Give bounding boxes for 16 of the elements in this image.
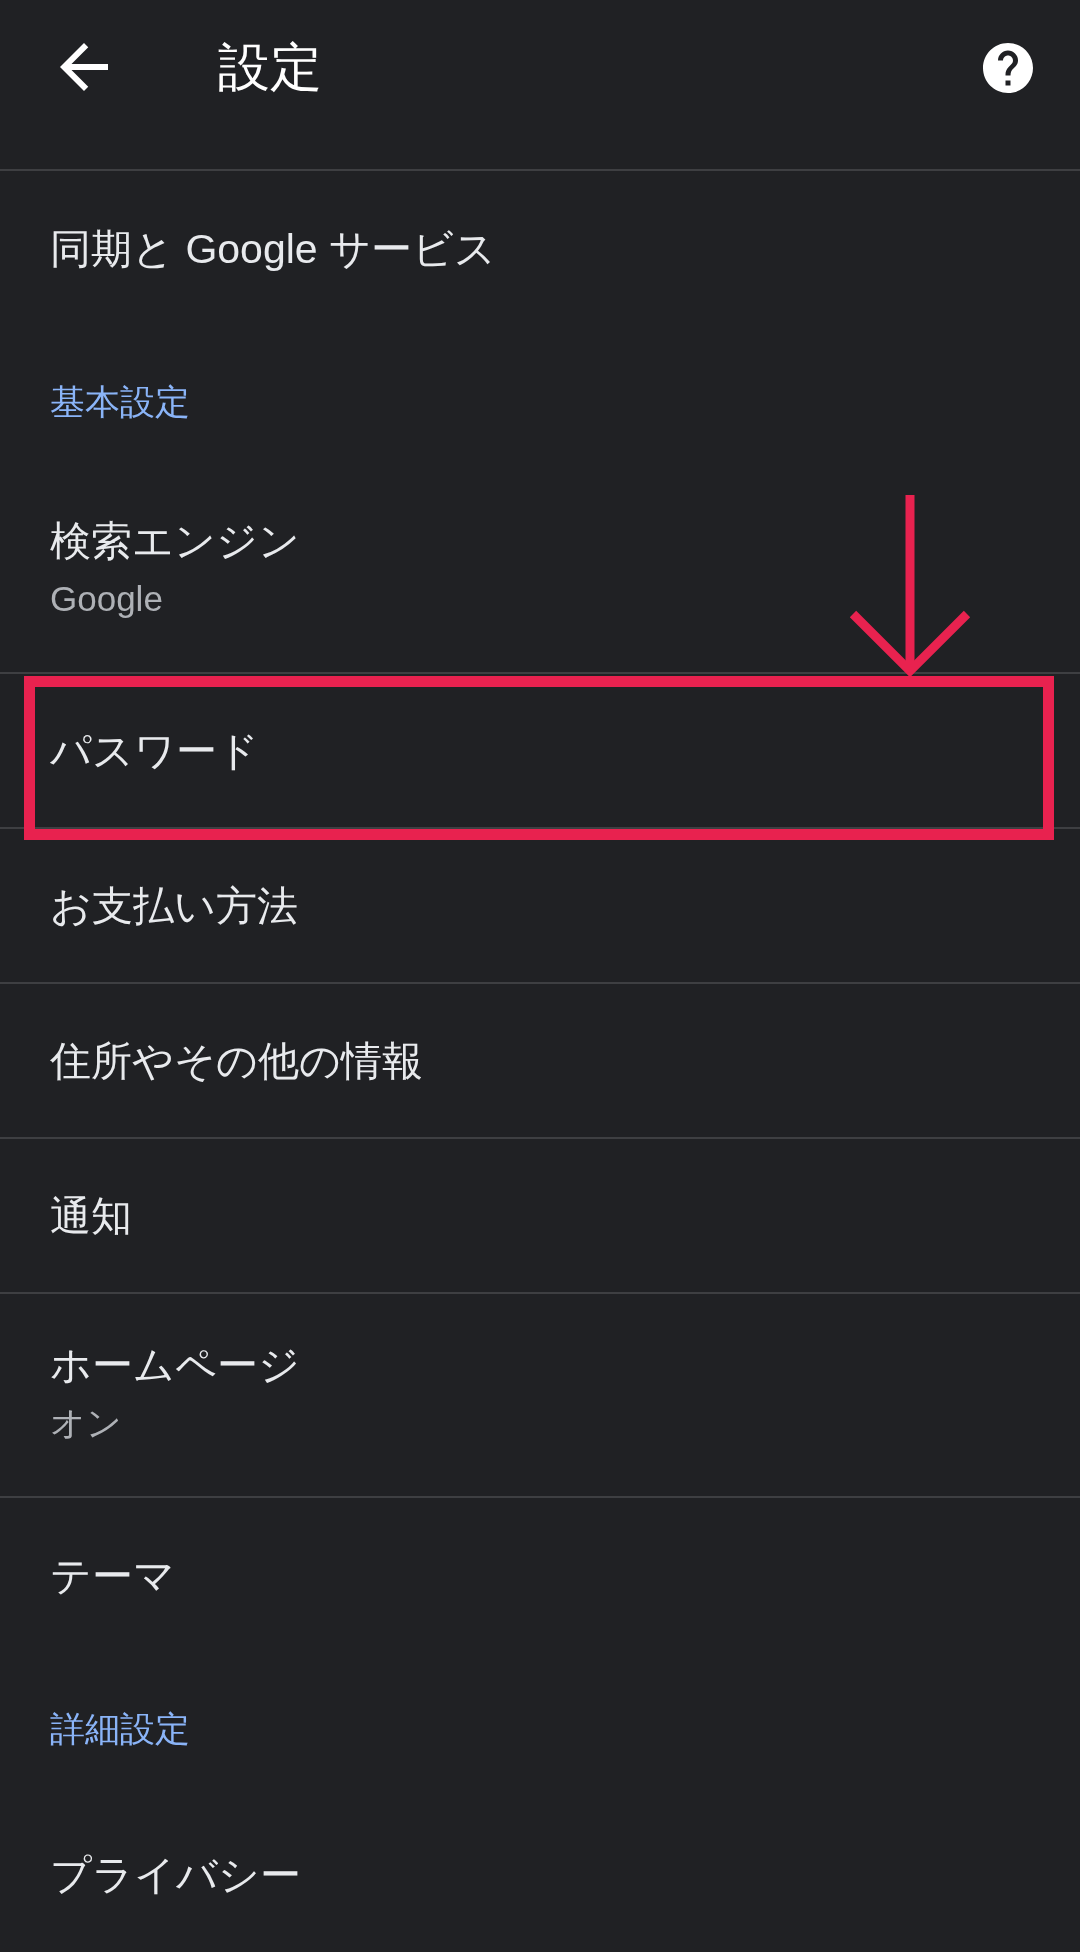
section-header: 詳細設定 [50,1708,190,1750]
help-icon[interactable] [983,43,1033,93]
setting-title[interactable]: 同期と Google サービス [50,220,496,277]
setting-title[interactable]: 住所やその他の情報 [50,1032,423,1089]
setting-summary: Google [50,578,163,620]
setting-summary: オン [50,1402,122,1444]
setting-title[interactable]: プライバシー [50,1846,301,1903]
back-icon[interactable] [60,43,108,91]
section-header: 基本設定 [50,381,190,423]
page-title: 設定 [218,40,322,94]
setting-title[interactable]: パスワード [50,722,259,779]
setting-title[interactable]: お支払い方法 [50,877,298,934]
setting-title[interactable]: 通知 [50,1187,132,1244]
setting-title[interactable]: テーマ [50,1547,175,1604]
setting-title[interactable]: 検索エンジン [50,513,300,569]
setting-title[interactable]: ホームページ [50,1337,300,1393]
